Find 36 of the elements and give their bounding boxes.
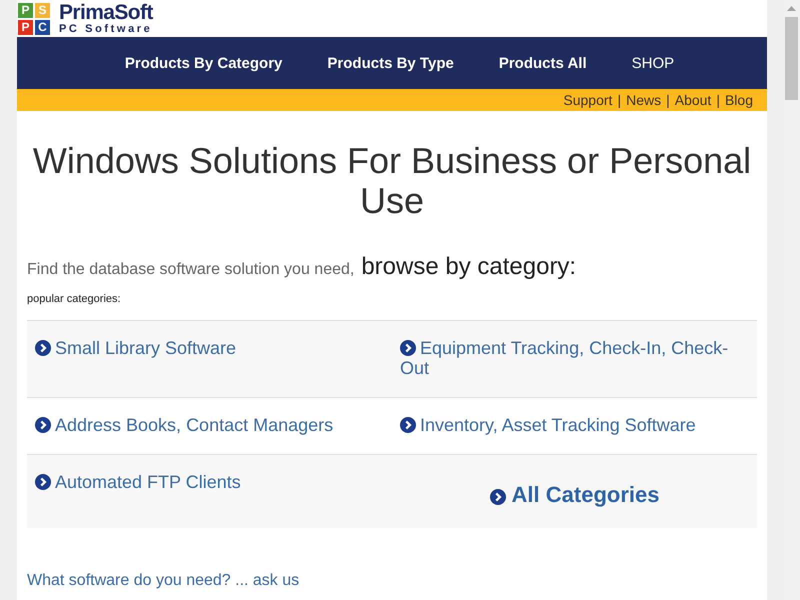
logo-name: PrimaSoft <box>59 2 153 23</box>
logo-letter-tile: P <box>18 20 33 34</box>
nav-link[interactable]: Products By Category <box>124 54 282 72</box>
logo-letter-tile: C <box>35 20 50 34</box>
category-link[interactable]: Address Books, Contact Managers <box>35 415 334 435</box>
nav-link[interactable]: Products All <box>498 54 587 72</box>
scrollbar-thumb[interactable] <box>785 17 798 100</box>
popular-categories-label: popular categories: <box>27 292 121 306</box>
page-heading: Windows Solutions For Business or Personal Use <box>32 141 752 221</box>
category-link[interactable]: Automated FTP Clients <box>35 472 241 492</box>
chevron-circle-icon <box>35 340 51 356</box>
chevron-circle-icon <box>490 489 506 505</box>
chevron-circle-icon <box>35 417 51 433</box>
utility-link[interactable]: Support <box>563 92 612 108</box>
all-categories-link[interactable]: All Categories <box>490 482 660 508</box>
intro-emphasis: browse by category: <box>361 253 576 281</box>
utility-link[interactable]: Blog <box>724 92 753 108</box>
utility-link[interactable]: News <box>626 92 662 108</box>
intro-text: Find the database software solution you need, <box>27 260 354 280</box>
nav-link[interactable]: Products By Type <box>327 54 454 72</box>
category-link[interactable]: Inventory, Asset Tracking Software <box>400 415 696 435</box>
logo-letter-tile: S <box>35 2 50 18</box>
ask-us-link[interactable]: What software do you need? ... ask us <box>27 571 300 591</box>
scroll-up-arrow-icon[interactable] <box>787 6 796 11</box>
link-separator: | <box>716 92 720 108</box>
chevron-circle-icon <box>400 340 416 356</box>
link-separator: | <box>617 92 622 108</box>
utility-link[interactable]: About <box>674 92 712 108</box>
category-link[interactable]: Small Library Software <box>35 338 236 358</box>
chevron-circle-icon <box>400 417 416 433</box>
link-separator: | <box>666 92 670 108</box>
category-link[interactable]: Equipment Tracking, Check-In, Check-Out <box>400 338 749 378</box>
nav-link[interactable]: SHOP <box>632 54 674 72</box>
chevron-circle-icon <box>35 474 51 490</box>
logo-tagline: PC Software <box>59 23 153 35</box>
logo-letter-tile: P <box>18 2 33 18</box>
